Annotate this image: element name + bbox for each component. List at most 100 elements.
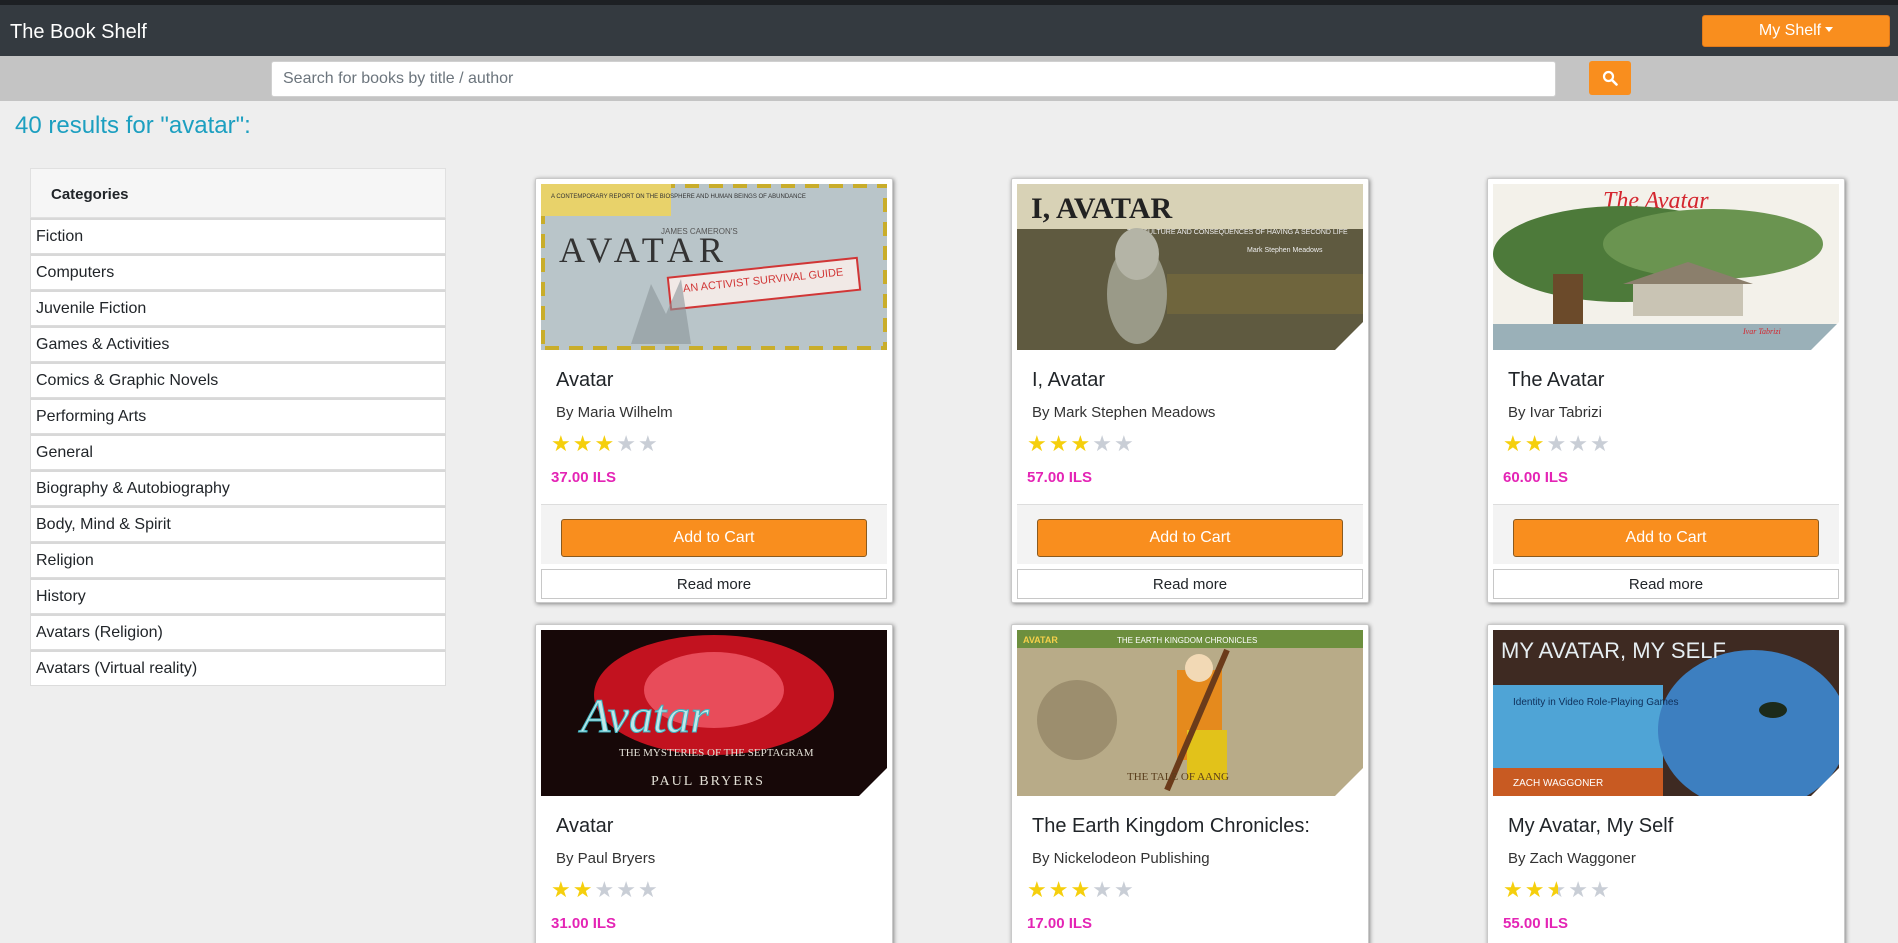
star-icon: ★ — [1568, 878, 1590, 903]
star-icon: ★ — [1048, 878, 1071, 903]
my-shelf-label: My Shelf — [1758, 22, 1822, 39]
cover-title-text: MY AVATAR, MY SELF — [1501, 638, 1726, 663]
page-curl — [1811, 322, 1839, 350]
search-icon — [1602, 70, 1618, 86]
cover-title-text: AVATAR — [1023, 635, 1058, 645]
category-item[interactable]: Avatars (Virtual reality) — [30, 650, 446, 686]
category-item[interactable]: Body, Mind & Spirit — [30, 506, 446, 542]
rating-stars: ★★★★★ — [1027, 432, 1136, 457]
book-title[interactable]: My Avatar, My Self — [1508, 815, 1673, 838]
star-icon: ★ — [594, 432, 617, 457]
star-icon: ★ — [1027, 432, 1049, 457]
categories-list: Fiction Computers Juvenile Fiction Games… — [30, 218, 446, 686]
star-icon: ★ — [1048, 432, 1071, 457]
navbar: The Book Shelf My Shelf — [0, 5, 1898, 56]
cover-sub-text: THE MYSTERIES OF THE SEPTAGRAM — [619, 747, 814, 759]
cover-sub-text: THE EARTH KINGDOM CHRONICLES — [1117, 636, 1257, 645]
star-icon: ★ — [572, 878, 595, 903]
category-item[interactable]: Biography & Autobiography — [30, 470, 446, 506]
star-icon: ★ — [616, 878, 638, 903]
cover-title-text: AVATAR — [559, 230, 729, 270]
book-price: 37.00 ILS — [551, 469, 617, 486]
search-bar — [0, 56, 1898, 101]
book-cover-image[interactable]: Avatar THE MYSTERIES OF THE SEPTAGRAM PA… — [541, 630, 887, 796]
book-title[interactable]: Avatar — [556, 815, 613, 838]
cover-small-text: ZACH WAGGONER — [1513, 778, 1603, 789]
book-cover-image[interactable]: A CONTEMPORARY REPORT ON THE BIOSPHERE A… — [541, 184, 887, 350]
page-curl — [1335, 322, 1363, 350]
book-card: Avatar THE MYSTERIES OF THE SEPTAGRAM PA… — [535, 624, 893, 943]
rating-stars: ★★★★★ — [1503, 432, 1612, 457]
category-item[interactable]: General — [30, 434, 446, 470]
star-icon: ★ — [1070, 878, 1093, 903]
star-icon: ★ — [1113, 432, 1136, 457]
star-icon: ★ — [1524, 432, 1547, 457]
cover-sub-text: Identity in Video Role-Playing Games — [1513, 697, 1678, 708]
star-icon: ★ — [1027, 878, 1049, 903]
book-cover-image[interactable]: I, AVATAR THE CULTURE AND CONSEQUENCES O… — [1017, 184, 1363, 350]
category-item[interactable]: Comics & Graphic Novels — [30, 362, 446, 398]
book-card: A CONTEMPORARY REPORT ON THE BIOSPHERE A… — [535, 178, 893, 603]
category-item[interactable]: Religion — [30, 542, 446, 578]
search-button[interactable] — [1589, 61, 1631, 95]
star-icon: ★ — [1546, 432, 1569, 457]
star-icon: ★ — [637, 878, 660, 903]
add-to-cart-button[interactable]: Add to Cart — [561, 519, 867, 557]
book-title[interactable]: The Avatar — [1508, 369, 1604, 392]
book-price: 31.00 ILS — [551, 915, 617, 932]
star-icon: ★ — [1589, 878, 1612, 903]
brand-title[interactable]: The Book Shelf — [10, 21, 147, 44]
search-input[interactable] — [271, 61, 1556, 97]
category-item[interactable]: Juvenile Fiction — [30, 290, 446, 326]
star-icon: ★ — [1568, 432, 1590, 457]
book-title[interactable]: The Earth Kingdom Chronicles: — [1032, 815, 1310, 838]
book-card: The Avatar Ivar Tabrizi The Avatar By Iv… — [1487, 178, 1845, 603]
rating-stars: ★★★★★ — [551, 432, 660, 457]
book-cover-image[interactable]: MY AVATAR, MY SELF Identity in Video Rol… — [1493, 630, 1839, 796]
book-author: By Nickelodeon Publishing — [1032, 850, 1210, 867]
star-icon: ★ — [1070, 432, 1093, 457]
category-item[interactable]: Performing Arts — [30, 398, 446, 434]
cover-small-text: Ivar Tabrizi — [1742, 327, 1781, 336]
read-more-button[interactable]: Read more — [1017, 569, 1363, 599]
book-title[interactable]: Avatar — [556, 369, 613, 392]
rating-stars: ★★★★★ — [1027, 878, 1136, 903]
add-to-cart-button[interactable]: Add to Cart — [1513, 519, 1819, 557]
cover-small-text: THE TALE OF AANG — [1127, 771, 1229, 783]
category-item[interactable]: Computers — [30, 254, 446, 290]
category-item[interactable]: History — [30, 578, 446, 614]
star-icon: ★ — [1503, 432, 1525, 457]
cover-small-text: Mark Stephen Meadows — [1247, 247, 1323, 254]
book-cover-image[interactable]: The Avatar Ivar Tabrizi — [1493, 184, 1839, 350]
book-author: By Zach Waggoner — [1508, 850, 1636, 867]
book-author: By Mark Stephen Meadows — [1032, 404, 1216, 421]
book-title[interactable]: I, Avatar — [1032, 369, 1105, 392]
book-card: I, AVATAR THE CULTURE AND CONSEQUENCES O… — [1011, 178, 1369, 603]
star-icon: ★ — [551, 432, 573, 457]
category-item[interactable]: Avatars (Religion) — [30, 614, 446, 650]
star-icon: ★ — [637, 432, 660, 457]
star-icon: ★ — [1092, 432, 1114, 457]
book-author: By Maria Wilhelm — [556, 404, 673, 421]
read-more-button[interactable]: Read more — [1493, 569, 1839, 599]
star-icon: ★ — [616, 432, 638, 457]
page-curl — [1811, 768, 1839, 796]
read-more-button[interactable]: Read more — [541, 569, 887, 599]
category-item[interactable]: Games & Activities — [30, 326, 446, 362]
book-price: 60.00 ILS — [1503, 469, 1569, 486]
cover-title-text: I, AVATAR — [1031, 192, 1173, 225]
star-icon: ★ — [551, 878, 573, 903]
book-price: 17.00 ILS — [1027, 915, 1093, 932]
category-item[interactable]: Fiction — [30, 218, 446, 254]
results-heading: 40 results for "avatar": — [15, 112, 251, 139]
book-cover-image[interactable]: AVATAR THE EARTH KINGDOM CHRONICLES THE … — [1017, 630, 1363, 796]
book-card: AVATAR THE EARTH KINGDOM CHRONICLES THE … — [1011, 624, 1369, 943]
star-icon: ★ — [1589, 432, 1612, 457]
my-shelf-dropdown[interactable]: My Shelf — [1702, 15, 1890, 47]
rating-stars: ★★★★★ — [551, 878, 660, 903]
star-icon: ★ — [1092, 878, 1114, 903]
add-to-cart-button[interactable]: Add to Cart — [1037, 519, 1343, 557]
rating-stars: ★★★★★ — [1503, 878, 1612, 903]
book-author: By Paul Bryers — [556, 850, 656, 867]
categories-header: Categories — [30, 168, 446, 218]
